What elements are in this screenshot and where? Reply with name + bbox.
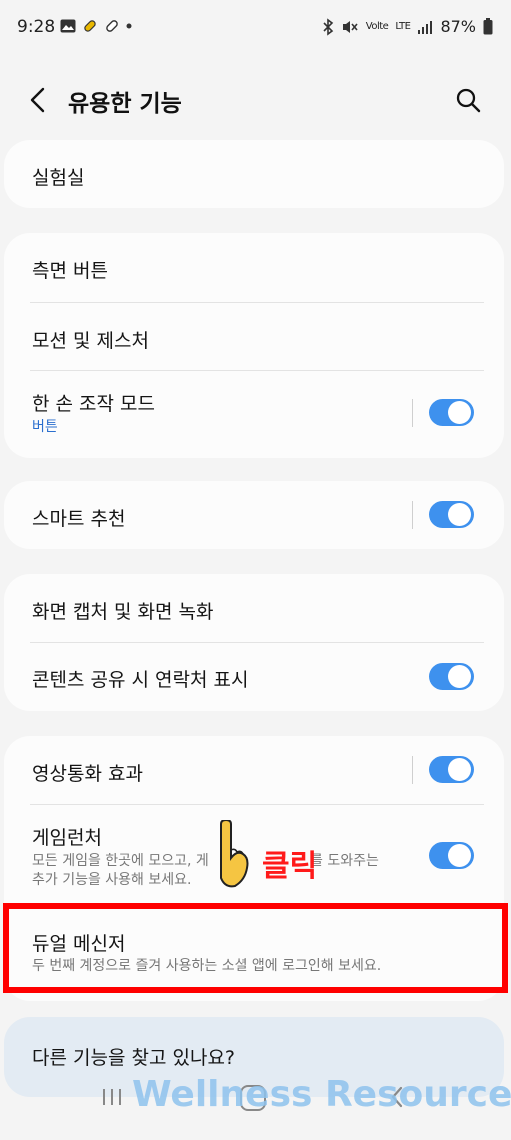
- status-time: 9:28: [17, 17, 56, 37]
- signal-icon: [418, 20, 433, 34]
- gallery-icon: [60, 19, 76, 33]
- one-hand-toggle[interactable]: [429, 399, 474, 426]
- item-share-contacts[interactable]: 콘텐츠 공유 시 연락처 표시: [4, 643, 504, 711]
- item-game-launcher-sub-1: 모든 게임을 한곳에 모으고, 게: [32, 853, 209, 869]
- pointing-hand-icon: [220, 820, 249, 888]
- separator: [412, 501, 413, 529]
- separator: [412, 756, 413, 784]
- item-motions[interactable]: 모션 및 제스처: [4, 303, 504, 371]
- network-indicator: LTE: [395, 21, 411, 32]
- card-controls: 측면 버튼 모션 및 제스처 한 손 조작 모드 버튼: [4, 233, 504, 458]
- volte-indicator: Volte: [365, 21, 389, 32]
- item-side-button[interactable]: 측면 버튼: [4, 233, 504, 303]
- item-labs[interactable]: 실험실: [4, 140, 504, 208]
- card-screen: 화면 캡처 및 화면 녹화 콘텐츠 공유 시 연락처 표시: [4, 574, 504, 711]
- click-annotation: 클릭: [262, 849, 318, 884]
- item-game-launcher-label: 게임런처: [32, 827, 102, 849]
- bluetooth-icon: [323, 17, 333, 36]
- item-labs-label: 실험실: [32, 167, 85, 189]
- share-contacts-toggle[interactable]: [429, 663, 474, 690]
- search-icon[interactable]: [455, 87, 481, 113]
- item-screenshot-label: 화면 캡처 및 화면 녹화: [32, 601, 214, 623]
- item-smart-suggestions[interactable]: 스마트 추천: [4, 481, 504, 549]
- item-share-contacts-label: 콘텐츠 공유 시 연락처 표시: [32, 669, 249, 691]
- dot-icon: [126, 23, 132, 29]
- separator: [412, 399, 413, 427]
- item-video-call-effects[interactable]: 영상통화 효과: [4, 736, 504, 804]
- card-labs: 실험실: [4, 140, 504, 208]
- recent-apps-icon[interactable]: [100, 1086, 124, 1108]
- game-launcher-toggle[interactable]: [429, 842, 474, 869]
- page-title: 유용한 기능: [68, 91, 182, 117]
- item-video-call-label: 영상통화 효과: [32, 763, 143, 785]
- mute-icon: [342, 20, 358, 33]
- card-smart: 스마트 추천: [4, 481, 504, 549]
- battery-percent: 87%: [440, 17, 476, 36]
- system-icons: Volte LTE 87%: [322, 17, 493, 36]
- item-screenshot[interactable]: 화면 캡처 및 화면 녹화: [4, 574, 504, 642]
- smart-suggestions-toggle[interactable]: [429, 501, 474, 528]
- status-bar: 9:28 Volte LTE 87%: [0, 0, 511, 58]
- video-call-toggle[interactable]: [429, 756, 474, 783]
- highlight-box: [3, 903, 508, 993]
- item-side-button-label: 측면 버튼: [32, 260, 108, 282]
- item-one-hand-mode[interactable]: 한 손 조작 모드 버튼: [4, 371, 504, 458]
- item-game-launcher[interactable]: 게임런처 모든 게임을 한곳에 모으고, 게 를 도와주는 추가 기능을 사용해…: [4, 805, 504, 905]
- app-bar: 유용한 기능: [0, 70, 511, 130]
- item-smart-label: 스마트 추천: [32, 508, 126, 530]
- pill-icon-2: [106, 20, 118, 32]
- item-game-launcher-sub-1b: 를 도와주는: [310, 853, 379, 869]
- back-arrow-icon[interactable]: [26, 86, 52, 114]
- item-game-launcher-sub-2: 추가 기능을 사용해 보세요.: [32, 872, 192, 888]
- find-features-label: 다른 기능을 찾고 있나요?: [32, 1047, 236, 1069]
- notification-icons: [60, 18, 132, 34]
- watermark-text: Wellness Resources: [132, 1074, 511, 1115]
- battery-icon: [483, 18, 493, 35]
- item-motions-label: 모션 및 제스처: [32, 330, 149, 352]
- item-one-hand-label: 한 손 조작 모드: [32, 393, 155, 415]
- item-one-hand-sub: 버튼: [32, 419, 58, 435]
- pill-icon: [84, 20, 96, 32]
